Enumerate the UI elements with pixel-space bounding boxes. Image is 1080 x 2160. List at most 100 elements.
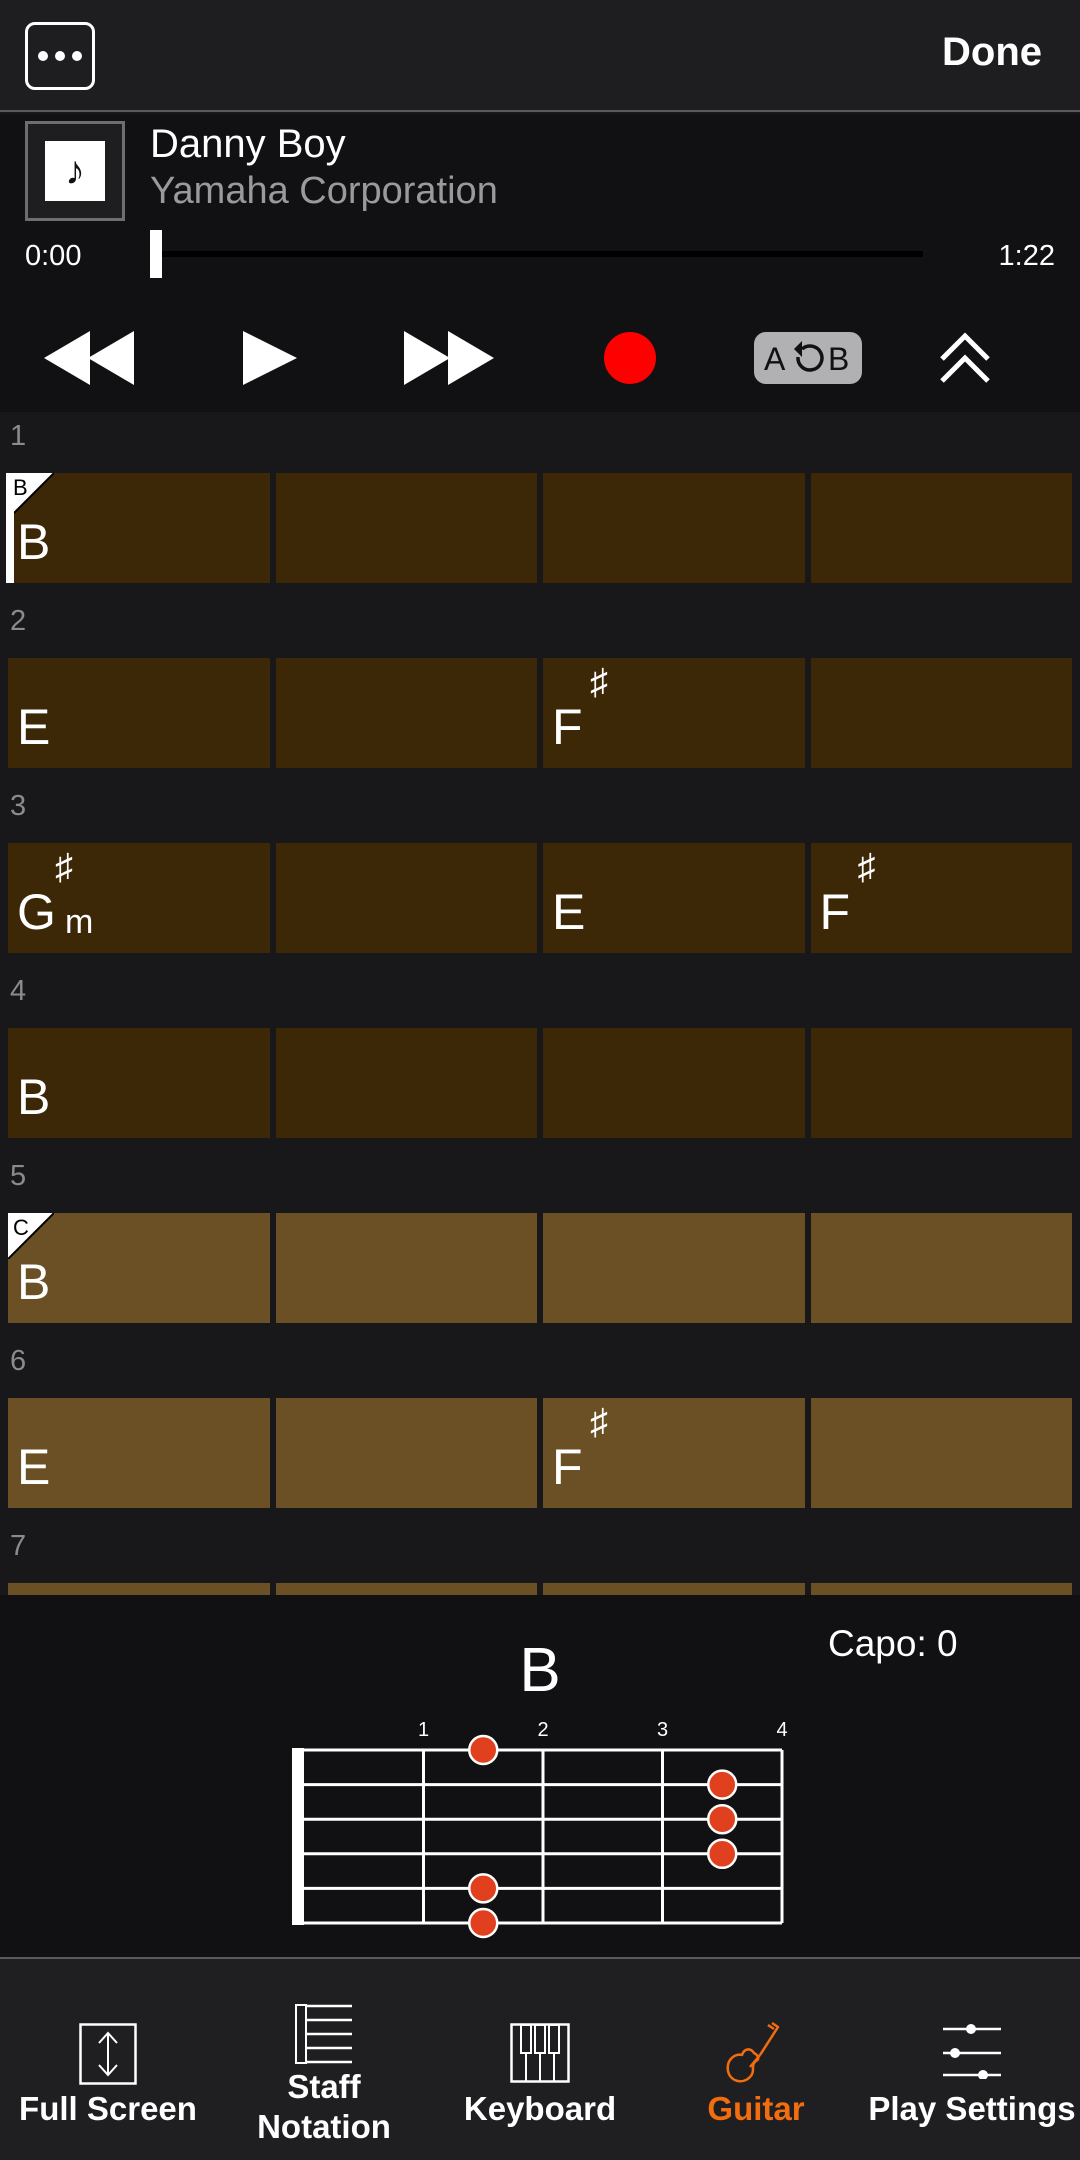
- keyboard-icon: [510, 2023, 570, 2083]
- beat-cell[interactable]: [275, 843, 537, 953]
- nut: [292, 1748, 304, 1925]
- finger-dot: [468, 1734, 499, 1766]
- chord-symbol: G ♯ m: [17, 849, 93, 940]
- play-button[interactable]: [230, 310, 310, 406]
- beat-cell[interactable]: [810, 473, 1072, 583]
- beat-cell[interactable]: [543, 1583, 805, 1595]
- fullscreen-icon: [79, 2023, 137, 2085]
- nav-play-settings[interactable]: Play Settings: [864, 1959, 1080, 2159]
- finger-dot: [707, 1838, 738, 1870]
- record-icon: [604, 332, 656, 384]
- sharp-accidental: ♯: [857, 846, 876, 887]
- finger-dot: [707, 1769, 738, 1800]
- staff-notation-icon: [295, 2004, 352, 2064]
- beat-cell[interactable]: [275, 1213, 537, 1323]
- beat-cell[interactable]: [543, 1028, 805, 1138]
- beat-cell[interactable]: F ♯: [810, 843, 1072, 953]
- beat-cell[interactable]: E: [8, 1398, 270, 1508]
- sharp-accidental: ♯: [590, 661, 608, 702]
- nav-full-screen[interactable]: Full Screen: [0, 1959, 216, 2159]
- beat-cell[interactable]: [275, 1583, 537, 1595]
- seek-thumb[interactable]: [150, 230, 162, 278]
- nav-keyboard[interactable]: Keyboard: [432, 1959, 648, 2159]
- bar-row: E F ♯: [8, 1398, 1072, 1508]
- seek-bar[interactable]: [150, 251, 923, 257]
- transport-controls: A B: [0, 310, 1080, 406]
- beat-cell[interactable]: [810, 1028, 1072, 1138]
- beat-cell[interactable]: [275, 473, 537, 583]
- beat-cell[interactable]: F ♯: [543, 1398, 805, 1508]
- ab-repeat-icon: A B: [754, 332, 862, 384]
- ab-a-label: A: [764, 341, 786, 377]
- chord-symbol: E: [552, 887, 585, 937]
- beat-cell[interactable]: [275, 1398, 537, 1508]
- bar-row: BB: [6, 473, 1072, 583]
- bar-row: G ♯ m E F ♯: [8, 843, 1072, 953]
- beat-cell[interactable]: F ♯: [543, 658, 805, 768]
- capo-label[interactable]: Capo: 0: [828, 1623, 958, 1665]
- beat-cell[interactable]: G ♯ m: [8, 843, 270, 953]
- nav-label: Play Settings: [868, 2090, 1076, 2127]
- beat-cell[interactable]: [275, 1028, 537, 1138]
- chord-sheet[interactable]: 1 B B 2 E F ♯ 3 G ♯ m E F ♯ 4 B 5 C B 6 E F ♯ 7: [0, 412, 1080, 1595]
- chord-symbol: B: [17, 1072, 50, 1122]
- bottom-navigation: Full Screen Staff Notation Keyboard Guit…: [0, 1957, 1080, 2160]
- chord-root: F: [552, 1439, 583, 1495]
- record-button[interactable]: [590, 310, 670, 406]
- finger-dot: [468, 1873, 499, 1904]
- chord-root: E: [17, 699, 51, 755]
- guitar-chord-diagram: 1 2 3 4: [292, 1719, 788, 1939]
- nav-label: Guitar: [707, 2090, 805, 2127]
- ab-repeat-button[interactable]: A B: [752, 310, 864, 406]
- beat-cell[interactable]: CB: [8, 1213, 270, 1323]
- beat-cell[interactable]: [8, 1583, 270, 1595]
- beat-cell[interactable]: B: [8, 1028, 270, 1138]
- current-time: 0:00: [25, 240, 82, 272]
- beat-cell[interactable]: [810, 1213, 1072, 1323]
- beat-cell[interactable]: [543, 1213, 805, 1323]
- bar-number: 7: [10, 1530, 27, 1562]
- sharp-accidental: ♯: [55, 846, 73, 887]
- bar-number: 5: [10, 1160, 27, 1192]
- bar-row: [8, 1583, 1072, 1595]
- nav-label: Notation: [257, 2108, 391, 2145]
- fast-forward-icon: [404, 331, 494, 385]
- play-icon: [243, 331, 297, 385]
- beat-cell[interactable]: E: [8, 658, 270, 768]
- bar-number: 3: [10, 790, 27, 822]
- ellipsis-icon: [38, 51, 48, 61]
- beat-cell[interactable]: [810, 658, 1072, 768]
- collapse-button[interactable]: [930, 310, 1000, 406]
- section-letter: B: [13, 475, 28, 500]
- beat-cell[interactable]: E: [543, 843, 805, 953]
- done-button[interactable]: Done: [942, 30, 1042, 75]
- section-marker: B: [8, 473, 54, 519]
- chord-symbol: B: [17, 1257, 50, 1307]
- chord-quality: m: [65, 903, 94, 941]
- nav-staff-notation[interactable]: Staff Notation: [216, 1959, 432, 2159]
- nav-guitar[interactable]: Guitar: [648, 1959, 864, 2159]
- fret-number: 1: [418, 1719, 429, 1741]
- section-letter: C: [13, 1215, 29, 1240]
- chord-root: B: [17, 1254, 51, 1310]
- chord-symbol: F ♯: [820, 849, 876, 938]
- sharp-accidental: ♯: [590, 1401, 608, 1442]
- beat-cell[interactable]: [810, 1398, 1072, 1508]
- beat-cell[interactable]: [275, 658, 537, 768]
- chord-symbol: B: [17, 517, 50, 567]
- song-artist: Yamaha Corporation: [150, 170, 498, 212]
- beat-cell[interactable]: BB: [6, 473, 270, 583]
- beat-cell[interactable]: [810, 1583, 1072, 1595]
- more-options-button[interactable]: [25, 22, 95, 90]
- rewind-button[interactable]: [40, 310, 140, 406]
- chord-root: E: [552, 884, 586, 940]
- bar-number: 4: [10, 975, 27, 1007]
- double-chevron-up-icon: [940, 332, 990, 383]
- section-marker: C: [8, 1213, 54, 1259]
- chord-root: G: [17, 884, 56, 940]
- beat-cell[interactable]: [543, 473, 805, 583]
- top-bar: Done: [0, 0, 1080, 112]
- bar-number: 2: [10, 605, 27, 637]
- fast-forward-button[interactable]: [395, 310, 505, 406]
- ab-b-label: B: [828, 341, 849, 377]
